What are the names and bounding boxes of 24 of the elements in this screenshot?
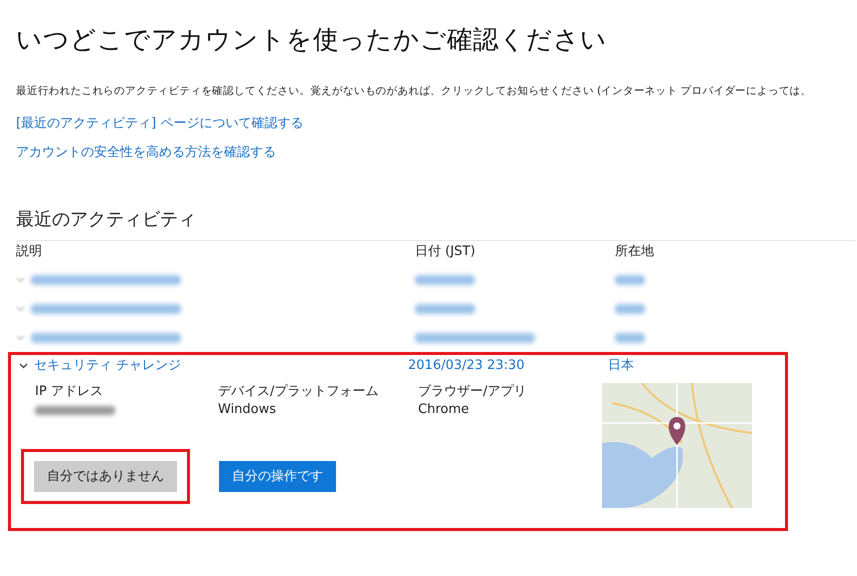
confirm-button[interactable]: 自分の操作です [219,461,336,492]
column-header: 説明 [16,243,43,261]
blurred-date [415,304,475,314]
column-header: 日付 (JST) [415,243,476,261]
detail-label: ブラウザー/アプリ [418,383,528,401]
help-link[interactable]: アカウントの安全性を高める方法を確認する [16,144,276,162]
activity-link[interactable]: セキュリティ チャレンジ [34,357,182,375]
blurred-location [615,304,645,314]
chevron-icon[interactable] [19,363,28,369]
detail-label: IP アドレス [35,383,104,401]
page-title: いつどこでアカウントを使ったかご確認ください [16,24,608,57]
detail-value: Windows [218,401,278,419]
column-header: 所在地 [615,243,655,261]
help-link[interactable]: [最近のアクティビティ] ページについて確認する [16,115,304,133]
blurred-location [615,274,645,284]
detail-value: Chrome [418,401,470,419]
blurred-location [615,332,645,342]
activity-date[interactable]: 2016/03/23 23:30 [408,357,608,375]
section-title: 最近のアクティビティ [16,208,856,241]
intro-text: 最近行われたこれらのアクティビティを確認してください。覚えがないものがあれば、クリックしてお知らせください (インターネット プロバイダーによっては、 [16,83,812,99]
detail-label: デバイス/プラットフォーム [218,383,380,401]
deny-button[interactable]: 自分ではありません [34,461,177,492]
blurred-date [415,274,475,284]
activity-location[interactable]: 日本 [608,357,785,375]
